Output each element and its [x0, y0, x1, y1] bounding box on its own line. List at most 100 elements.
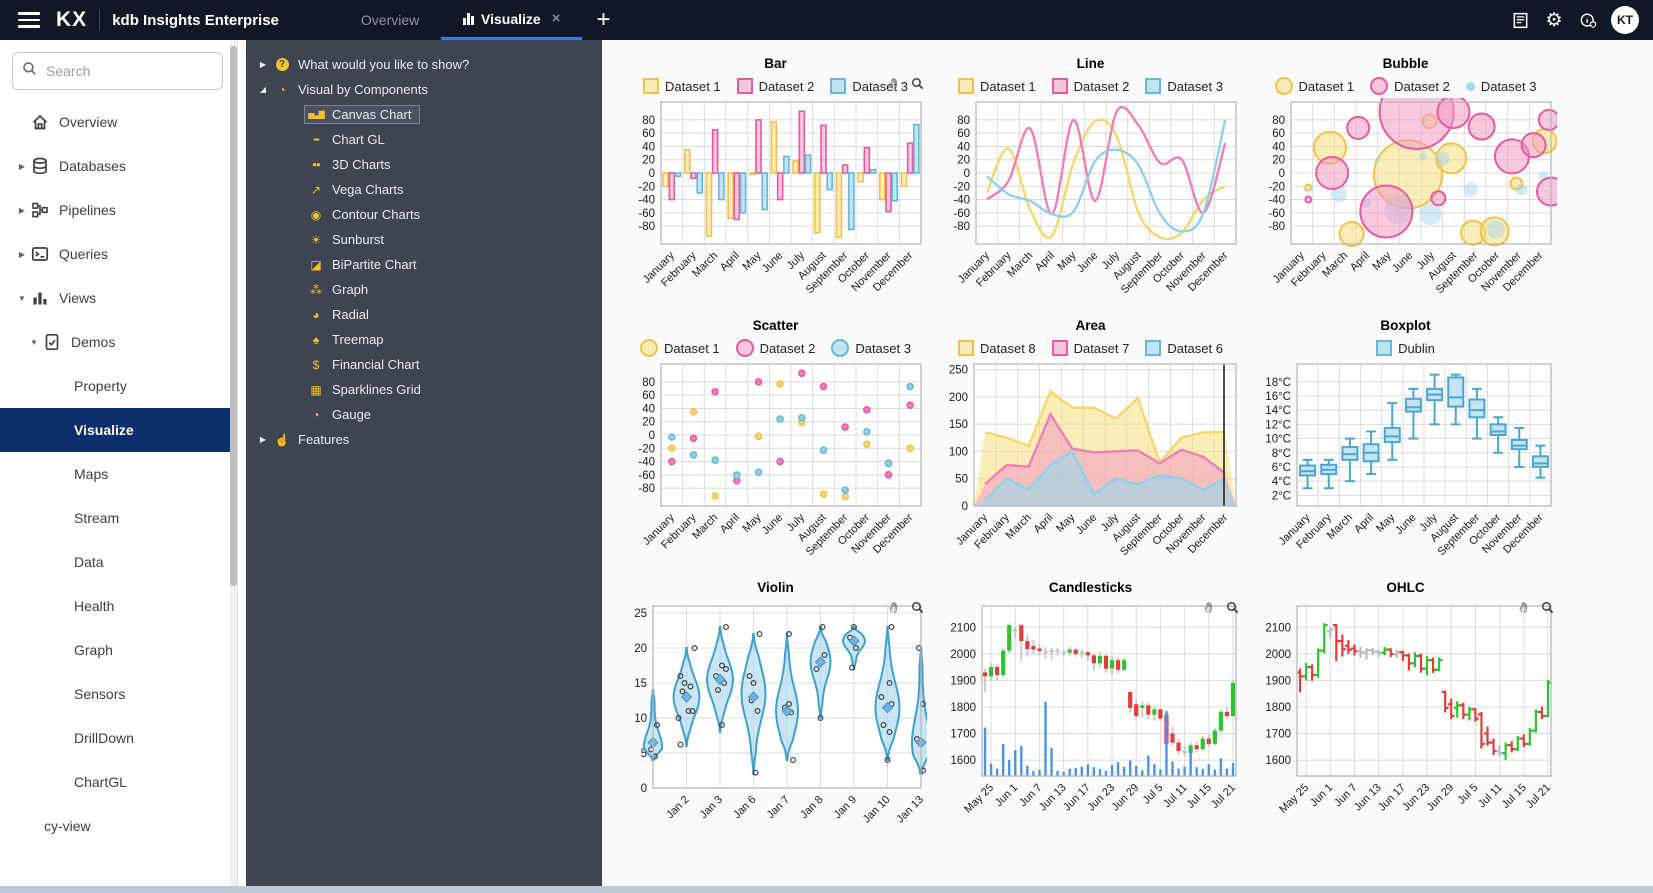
sidebar-item-sensors[interactable]: Sensors — [0, 672, 237, 716]
sidebar-item-drilldown[interactable]: DrillDown — [0, 716, 237, 760]
tab-close-icon[interactable]: × — [552, 10, 561, 27]
tree-item-contour-charts[interactable]: ◉ Contour Charts — [246, 202, 602, 227]
violin-chart-svg[interactable]: 0510152025Jan 2 Jan 3 Jan 6 Jan 7 Jan 8 Jan 9… — [625, 598, 927, 824]
line-chart-svg[interactable]: -80-60-40-20020406080JanuaryFebruaryMarc… — [940, 98, 1242, 304]
legend-item-dataset-3[interactable]: Dataset 3 — [1145, 78, 1223, 94]
sidebar-item-cy-view[interactable]: cy-view — [0, 804, 237, 848]
tree-item-treemap[interactable]: ♠ Treemap — [246, 327, 602, 352]
pan-hand-icon[interactable] — [1517, 600, 1532, 620]
legend-item-dataset-1[interactable]: Dataset 1 — [1274, 77, 1354, 95]
svg-text:Jan 9: Jan 9 — [831, 794, 859, 822]
legend-label: Dataset 2 — [759, 340, 816, 356]
sunburst-icon: ☀ — [310, 232, 322, 247]
tree-item-sparklines-grid[interactable]: ▦ Sparklines Grid — [246, 377, 602, 402]
zoom-icon[interactable] — [910, 600, 925, 620]
chevron-down-icon[interactable]: ▼ — [26, 338, 42, 347]
settings-gear-icon[interactable]: ⚙ — [1537, 9, 1571, 32]
tree-item-features[interactable]: ▶ ☝ Features — [246, 427, 602, 452]
tree-item-sunburst[interactable]: ☀ Sunburst — [246, 227, 602, 252]
menu-icon[interactable] — [18, 8, 40, 32]
sidebar-scrollbar[interactable] — [230, 40, 237, 886]
legend-item-dataset-3[interactable]: Dataset 3 — [1465, 79, 1536, 94]
chevron-down-icon[interactable]: ▼ — [14, 294, 30, 303]
sidebar-item-views[interactable]: ▼ Views — [0, 276, 237, 320]
release-notes-icon[interactable] — [1503, 11, 1537, 30]
tree-item-bipartite-chart[interactable]: ◪ BiPartite Chart — [246, 252, 602, 277]
horizontal-scrollbar[interactable] — [0, 886, 1653, 893]
new-tab-button[interactable]: + — [582, 8, 624, 32]
sidebar-item-demos[interactable]: ▼ Demos — [0, 320, 237, 364]
tree-item-radial[interactable]: ◕ Radial — [246, 302, 602, 327]
legend-item-dataset-2[interactable]: Dataset 2 — [1051, 78, 1129, 94]
scrollbar-thumb[interactable] — [230, 46, 237, 586]
svg-text:-20: -20 — [638, 181, 655, 193]
svg-text:June: June — [1389, 250, 1414, 275]
expanded-arrow-icon[interactable]: ◢ — [256, 85, 270, 94]
tree-item-what-would-you-like-to-show-[interactable]: ▶? What would you like to show? — [246, 52, 602, 77]
zoom-icon[interactable] — [910, 76, 925, 96]
tree-item-3d-charts[interactable]: ●● 3D Charts — [246, 152, 602, 177]
sidebar-item-stream[interactable]: Stream — [0, 496, 237, 540]
tab-visualize[interactable]: Visualize × — [441, 0, 583, 40]
search-input[interactable] — [44, 62, 214, 80]
legend-item-dataset-2[interactable]: Dataset 2 — [735, 339, 816, 357]
sidebar-item-health[interactable]: Health — [0, 584, 237, 628]
legend-item-dataset-7[interactable]: Dataset 7 — [1051, 340, 1129, 356]
tree-item-graph[interactable]: ⁂ Graph — [246, 277, 602, 302]
bar-chart-svg[interactable]: -80-60-40-20020406080JanuaryFebruaryMarc… — [625, 98, 927, 304]
legend-item-dataset-2[interactable]: Dataset 2 — [1370, 77, 1450, 95]
chevron-right-icon[interactable]: ▶ — [14, 250, 30, 259]
candles-chart-svg[interactable]: 160017001800190020002100May 25Jun 1Jun 7… — [940, 598, 1242, 824]
svg-text:-80: -80 — [638, 483, 655, 495]
sidebar-item-maps[interactable]: Maps — [0, 452, 237, 496]
collapsed-arrow-icon[interactable]: ▶ — [256, 60, 270, 69]
legend-item-dataset-1[interactable]: Dataset 1 — [643, 78, 721, 94]
svg-text:Jun 29: Jun 29 — [1424, 782, 1456, 814]
sidebar-item-queries[interactable]: ▶ Queries — [0, 232, 237, 276]
search-box[interactable] — [12, 52, 223, 90]
sidebar-item-data[interactable]: Data — [0, 540, 237, 584]
zoom-icon[interactable] — [1225, 600, 1240, 620]
collapsed-arrow-icon[interactable]: ▶ — [256, 435, 270, 444]
sidebar-item-visualize[interactable]: Visualize — [0, 408, 237, 452]
tree-item-financial-chart[interactable]: $ Financial Chart — [246, 352, 602, 377]
pan-hand-icon[interactable] — [1202, 600, 1217, 620]
canvas-chart-icon: ▅▃▇ — [308, 110, 324, 119]
sidebar-item-chartgl[interactable]: ChartGL — [0, 760, 237, 804]
area-chart-svg[interactable]: 050100150200250JanuaryFebruaryMarchApril… — [940, 360, 1242, 566]
legend-item-dublin[interactable]: Dublin — [1376, 340, 1435, 356]
sidebar-item-pipelines[interactable]: ▶ Pipelines — [0, 188, 237, 232]
sidebar-item-property[interactable]: Property — [0, 364, 237, 408]
svg-text:0: 0 — [1278, 168, 1284, 180]
sidebar-item-overview[interactable]: Overview — [0, 100, 237, 144]
queries-icon — [30, 244, 50, 264]
legend-item-dataset-3[interactable]: Dataset 3 — [831, 339, 911, 357]
tree-item-gauge[interactable]: ◔ Gauge — [246, 402, 602, 427]
tab-overview[interactable]: Overview — [339, 0, 441, 40]
scatter-chart-svg[interactable]: -80-60-40-20020406080JanuaryFebruaryMarc… — [625, 360, 927, 566]
user-avatar[interactable]: KT — [1611, 6, 1639, 34]
legend-item-dataset-1[interactable]: Dataset 1 — [958, 78, 1036, 94]
tree-item-chart-gl[interactable]: ▪▪▪ Chart GL — [246, 127, 602, 152]
chevron-right-icon[interactable]: ▶ — [14, 162, 30, 171]
tree-item-label: Sunburst — [332, 232, 385, 247]
pan-hand-icon[interactable] — [887, 600, 902, 620]
legend-item-dataset-1[interactable]: Dataset 1 — [640, 339, 720, 357]
pan-hand-icon[interactable] — [887, 76, 902, 96]
bubble-chart-svg[interactable]: -80-60-40-20020406080JanuaryFebruaryMarc… — [1255, 98, 1557, 304]
tree-item-visual-by-components[interactable]: ◢ ◔ Visual by Components — [246, 77, 602, 102]
boxplot-chart-svg[interactable]: 2°C4°C6°C8°C10°C12°C14°C16°C18°CJanuaryF… — [1255, 360, 1557, 566]
legend-item-dataset-8[interactable]: Dataset 8 — [958, 340, 1036, 356]
info-shield-icon[interactable] — [1571, 11, 1605, 30]
legend-item-dataset-2[interactable]: Dataset 2 — [736, 78, 814, 94]
sidebar-item-databases[interactable]: ▶ Databases — [0, 144, 237, 188]
tree-item-vega-charts[interactable]: ↗ Vega Charts — [246, 177, 602, 202]
charts-grid: Bar Dataset 1 Dataset 2 Dataset 3 -80 -60 -40-… — [602, 40, 1653, 886]
zoom-icon[interactable] — [1540, 600, 1555, 620]
svg-text:May 25: May 25 — [1277, 782, 1311, 816]
ohlc-chart-svg[interactable]: 160017001800190020002100May 25Jun 1Jun 7… — [1255, 598, 1557, 824]
legend-item-dataset-6[interactable]: Dataset 6 — [1145, 340, 1223, 356]
sidebar-item-graph[interactable]: Graph — [0, 628, 237, 672]
chevron-right-icon[interactable]: ▶ — [14, 206, 30, 215]
tree-item-canvas-chart[interactable]: ▅▃▇ Canvas Chart — [246, 102, 602, 127]
